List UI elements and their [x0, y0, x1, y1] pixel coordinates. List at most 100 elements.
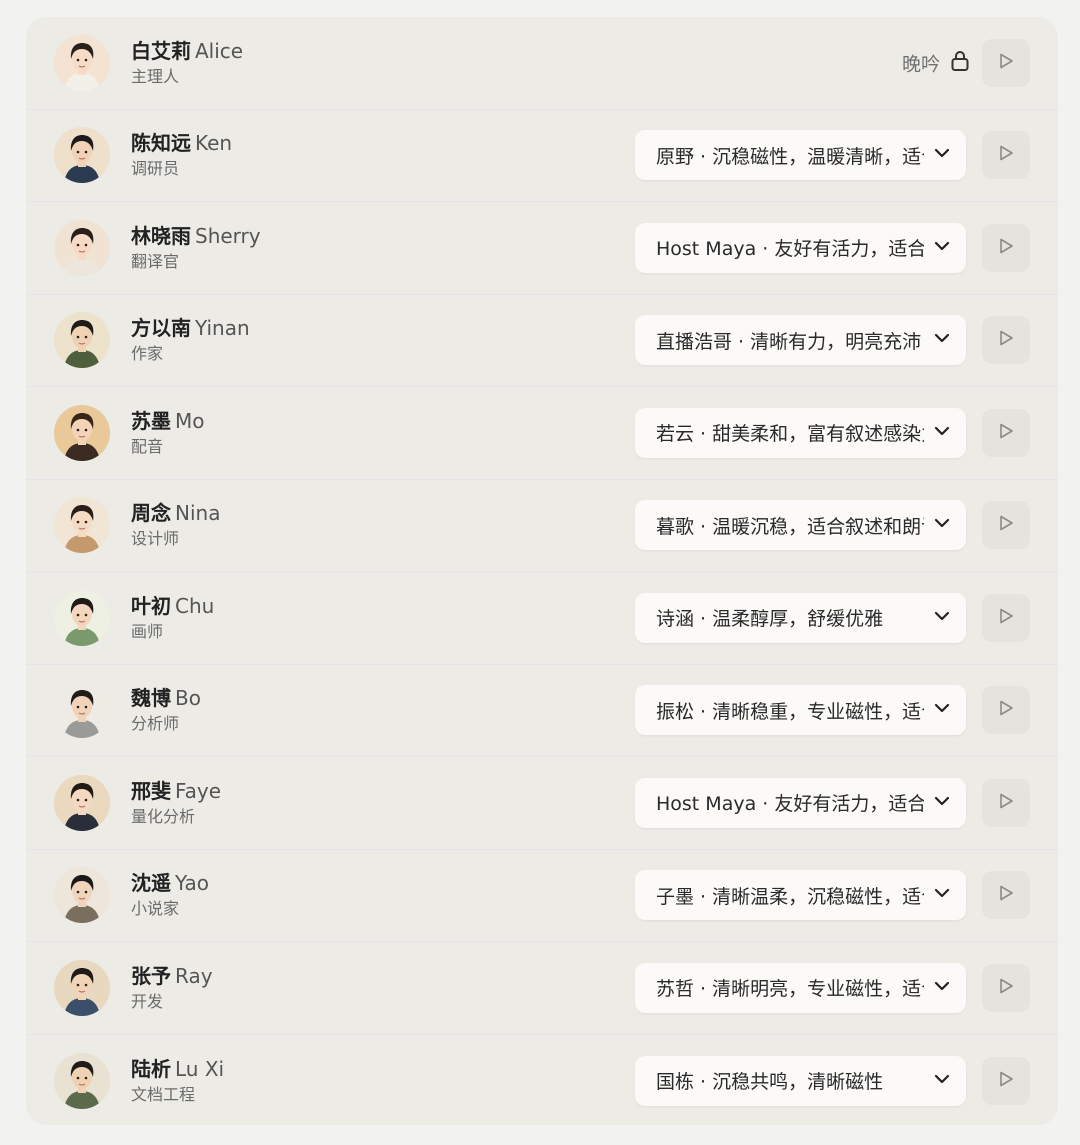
voice-select[interactable]: 诗涵 · 温柔醇厚，舒缓优雅 [635, 592, 966, 643]
voice-select[interactable]: 若云 · 甜美柔和，富有叙述感染力 [635, 407, 966, 458]
locked-voice-label: 晚吟 [901, 53, 940, 76]
member-name-en: Yao [175, 871, 209, 896]
voice-select-value: 直播浩哥 · 清晰有力，明亮充沛 [656, 330, 922, 353]
voice-select[interactable]: 振松 · 清晰稳重，专业磁性，适合 [635, 685, 966, 736]
play-button[interactable] [982, 131, 1030, 180]
lock-icon [950, 50, 970, 76]
play-button[interactable] [982, 38, 1030, 87]
voice-select[interactable]: 苏哲 · 清晰明亮，专业磁性，适合 [635, 962, 966, 1013]
member-row: 林晓雨 Sherry 翻译官 Host Maya · 友好有活力，适合 [26, 202, 1058, 295]
avatar [54, 1052, 110, 1109]
avatar [54, 867, 110, 924]
play-button[interactable] [982, 408, 1030, 457]
member-info: 叶初 Chu 画师 [131, 593, 214, 643]
voice-select[interactable]: Host Maya · 友好有活力，适合 [635, 777, 966, 828]
play-button[interactable] [982, 223, 1030, 272]
play-icon [997, 422, 1015, 444]
voice-select[interactable]: 原野 · 沉稳磁性，温暖清晰，适合 [635, 130, 966, 181]
chevron-down-icon [932, 143, 952, 167]
play-icon [997, 792, 1015, 814]
voice-select-value: 诗涵 · 温柔醇厚，舒缓优雅 [656, 608, 884, 631]
member-role: 配音 [131, 436, 164, 456]
member-info: 方以南 Yinan 作家 [131, 315, 250, 365]
member-info: 周念 Nina 设计师 [131, 500, 220, 550]
member-name-zh: 陆析 [131, 1056, 171, 1081]
member-name-zh: 周念 [131, 501, 171, 526]
member-name-en: Sherry [195, 223, 261, 248]
voice-select[interactable]: 暮歌 · 温暖沉稳，适合叙述和朗读 [635, 500, 966, 551]
voice-select-value: 暮歌 · 温暖沉稳，适合叙述和朗读 [656, 515, 924, 538]
member-role: 设计师 [131, 529, 180, 549]
member-name-zh: 沈遥 [131, 871, 171, 896]
play-icon [997, 884, 1015, 906]
voice-assignment-list: 白艾莉 Alice 主理人 晚吟 陈知远 Ken 调研员 原野 · 沉稳磁性，温… [26, 17, 1058, 1125]
member-role: 文档工程 [131, 1084, 196, 1104]
chevron-down-icon [932, 606, 952, 630]
voice-select[interactable]: Host Maya · 友好有活力，适合 [635, 222, 966, 273]
member-info: 陈知远 Ken 调研员 [131, 130, 232, 180]
member-name-zh: 白艾莉 [131, 38, 191, 63]
member-name: 邢斐 Faye [131, 778, 221, 804]
avatar [54, 404, 110, 461]
member-name-en: Alice [195, 38, 244, 63]
member-row: 周念 Nina 设计师 暮歌 · 温暖沉稳，适合叙述和朗读 [26, 480, 1058, 572]
member-name: 陈知远 Ken [131, 130, 232, 156]
member-row: 沈遥 Yao 小说家 子墨 · 清晰温柔，沉稳磁性，适合 [26, 850, 1058, 942]
avatar [54, 589, 110, 646]
play-icon [997, 237, 1015, 259]
member-row: 邢斐 Faye 量化分析 Host Maya · 友好有活力，适合 [26, 757, 1058, 850]
member-name-zh: 邢斐 [131, 778, 171, 803]
play-button[interactable] [982, 316, 1030, 365]
member-name-zh: 方以南 [131, 316, 191, 341]
member-name: 沈遥 Yao [131, 870, 209, 896]
play-icon [997, 977, 1015, 999]
member-row: 叶初 Chu 画师 诗涵 · 温柔醇厚，舒缓优雅 [26, 572, 1058, 665]
avatar [54, 774, 110, 831]
member-name: 苏墨 Mo [131, 408, 205, 434]
avatar [54, 959, 110, 1016]
play-button[interactable] [982, 963, 1030, 1012]
chevron-down-icon [932, 236, 952, 260]
member-role: 量化分析 [131, 806, 196, 826]
avatar [54, 312, 110, 369]
play-icon [997, 329, 1015, 351]
voice-select[interactable]: 子墨 · 清晰温柔，沉稳磁性，适合 [635, 870, 966, 921]
member-name: 张予 Ray [131, 963, 213, 989]
play-button[interactable] [982, 501, 1030, 550]
chevron-down-icon [932, 698, 952, 722]
chevron-down-icon [932, 883, 952, 907]
member-row: 张予 Ray 开发 苏哲 · 清晰明亮，专业磁性，适合 [26, 942, 1058, 1035]
member-name-zh: 林晓雨 [131, 223, 191, 248]
member-role: 开发 [131, 991, 164, 1011]
member-info: 林晓雨 Sherry 翻译官 [131, 223, 261, 273]
play-button[interactable] [982, 1056, 1030, 1105]
play-button[interactable] [982, 778, 1030, 827]
play-button[interactable] [982, 686, 1030, 735]
member-role: 调研员 [131, 159, 180, 179]
member-info: 邢斐 Faye 量化分析 [131, 778, 221, 828]
member-role: 小说家 [131, 899, 180, 919]
member-info: 苏墨 Mo 配音 [131, 408, 205, 458]
member-role: 画师 [131, 621, 164, 641]
member-row: 白艾莉 Alice 主理人 晚吟 [26, 17, 1058, 110]
avatar [54, 219, 110, 276]
play-icon [997, 607, 1015, 629]
chevron-down-icon [932, 328, 952, 352]
voice-select[interactable]: 国栋 · 沉稳共鸣，清晰磁性 [635, 1055, 966, 1106]
voice-select[interactable]: 直播浩哥 · 清晰有力，明亮充沛 [635, 315, 966, 366]
voice-select-value: 原野 · 沉稳磁性，温暖清晰，适合 [656, 145, 924, 168]
member-name: 魏博 Bo [131, 685, 201, 711]
play-button[interactable] [982, 593, 1030, 642]
member-role: 作家 [131, 344, 164, 364]
play-icon [997, 1070, 1015, 1092]
member-name-zh: 张予 [131, 963, 171, 988]
member-name-en: Lu Xi [175, 1056, 225, 1081]
member-name-en: Ray [175, 963, 213, 988]
voice-select-value: 国栋 · 沉稳共鸣，清晰磁性 [656, 1071, 884, 1094]
play-button[interactable] [982, 871, 1030, 920]
member-name-en: Chu [175, 593, 215, 618]
voice-select-value: 若云 · 甜美柔和，富有叙述感染力 [656, 423, 924, 446]
member-row: 陈知远 Ken 调研员 原野 · 沉稳磁性，温暖清晰，适合 [26, 110, 1058, 202]
member-name-zh: 叶初 [131, 593, 171, 618]
member-info: 沈遥 Yao 小说家 [131, 870, 209, 920]
